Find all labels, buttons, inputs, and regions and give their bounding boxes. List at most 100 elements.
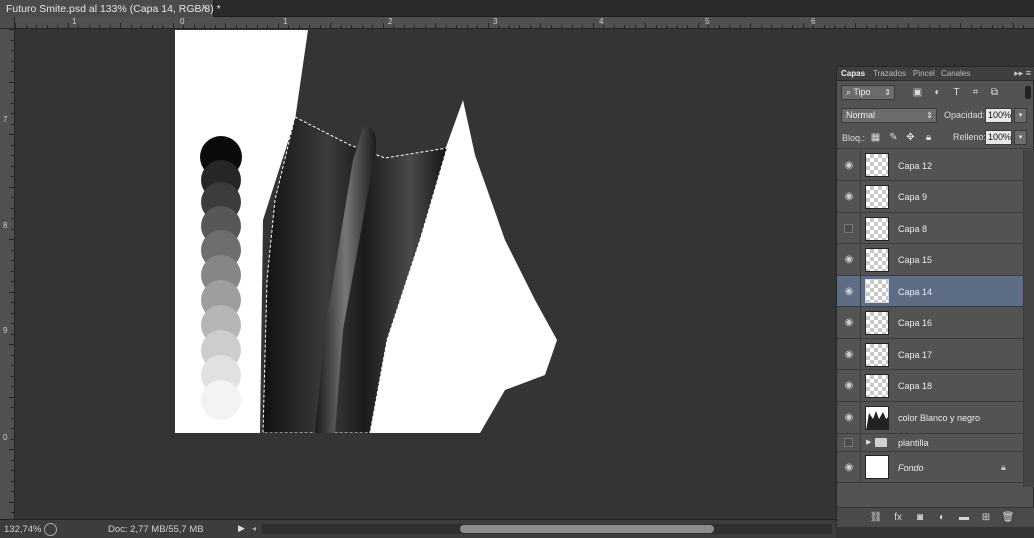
layer-row[interactable]: ◉ Capa 18 bbox=[837, 370, 1023, 402]
add-mask-icon[interactable]: ◙ bbox=[913, 511, 927, 524]
panel-menu-icon[interactable]: ▸▸ ≡ bbox=[1014, 68, 1031, 79]
layer-list-scrollbar[interactable] bbox=[1023, 150, 1034, 487]
eye-icon[interactable]: ◉ bbox=[843, 286, 855, 298]
horizontal-scrollbar[interactable] bbox=[262, 524, 832, 534]
ruler-tick bbox=[11, 407, 14, 408]
layer-filter-row: ⌕ Tipo ⇕ ▣ ◐ T ⌗ ⧉ bbox=[837, 82, 1034, 104]
layer-row[interactable]: ◉ Fondo 🔒︎ bbox=[837, 452, 1023, 483]
filter-type-icon[interactable]: T bbox=[951, 87, 962, 98]
fx-icon[interactable]: fx bbox=[891, 511, 905, 524]
ruler-label: 0 bbox=[3, 433, 8, 442]
fill-input[interactable]: 100% bbox=[985, 130, 1012, 145]
layer-name: Capa 16 bbox=[898, 318, 933, 328]
link-layers-icon[interactable]: ⛓ bbox=[869, 511, 883, 524]
layer-name: plantilla bbox=[898, 438, 929, 448]
ruler-tick bbox=[866, 25, 867, 28]
opacity-input[interactable]: 100% bbox=[985, 108, 1012, 123]
tab-trazados[interactable]: Trazados bbox=[873, 69, 906, 78]
filter-kind-select[interactable]: ⌕ Tipo ⇕ bbox=[841, 85, 895, 100]
tab-pincel[interactable]: Pincel bbox=[913, 69, 935, 78]
horizontal-ruler[interactable]: 0 1 1 2 3 4 5 6 bbox=[15, 17, 1034, 29]
layer-row[interactable]: ◉ Capa 17 bbox=[837, 339, 1023, 370]
ruler-tick bbox=[89, 25, 90, 28]
ruler-tick bbox=[15, 23, 16, 28]
ruler-tick bbox=[11, 302, 14, 303]
ruler-tick bbox=[288, 25, 289, 28]
status-info-icon[interactable] bbox=[44, 523, 57, 536]
tab-capas[interactable]: Capas bbox=[841, 69, 865, 78]
new-layer-icon[interactable]: ⊞ bbox=[979, 511, 993, 524]
lock-position-icon[interactable]: ✥ bbox=[905, 132, 916, 143]
chevron-updown-icon: ⇕ bbox=[884, 88, 891, 97]
eye-icon[interactable]: ◉ bbox=[843, 412, 855, 424]
layer-name: Capa 8 bbox=[898, 224, 928, 234]
ruler-tick bbox=[11, 103, 14, 104]
ruler-tick bbox=[78, 25, 79, 28]
blend-mode-select[interactable]: Normal ⇕ bbox=[841, 108, 937, 123]
ruler-tick bbox=[236, 25, 237, 28]
scroll-left-arrow-icon[interactable]: ◂ bbox=[252, 524, 256, 533]
layer-row-selected[interactable]: ◉ Capa 14 bbox=[837, 276, 1023, 307]
eye-icon[interactable]: ◉ bbox=[843, 349, 855, 361]
layer-row[interactable]: ◉ Capa 15 bbox=[837, 244, 1023, 276]
lock-paint-icon[interactable]: ✎ bbox=[888, 132, 899, 143]
layer-row[interactable]: Capa 8 bbox=[837, 213, 1023, 244]
lock-row: Bloq.: ▦ ✎ ✥ 🔒︎ Relleno: 100% ▾ bbox=[837, 127, 1034, 149]
visibility-off-box[interactable] bbox=[844, 224, 853, 233]
ruler-tick bbox=[719, 25, 720, 28]
tab-canales[interactable]: Canales bbox=[941, 69, 970, 78]
new-adjustment-icon[interactable]: ◐ bbox=[935, 511, 949, 524]
ruler-tick bbox=[834, 25, 835, 28]
filter-adjustment-icon[interactable]: ◐ bbox=[932, 87, 943, 98]
document-tab[interactable]: Futuro Smite.psd al 133% (Capa 14, RGB/8… bbox=[0, 0, 221, 17]
expand-arrow-icon[interactable]: ▶ bbox=[866, 438, 871, 446]
layer-row[interactable]: ◉ Capa 16 bbox=[837, 307, 1023, 339]
filter-toggle-switch[interactable] bbox=[1025, 86, 1031, 99]
ruler-tick bbox=[393, 25, 394, 28]
ruler-label: 9 bbox=[3, 326, 8, 335]
eye-icon[interactable]: ◉ bbox=[843, 191, 855, 203]
ruler-label: 7 bbox=[3, 115, 8, 124]
ruler-tick bbox=[687, 25, 688, 28]
ruler-tick bbox=[11, 323, 14, 324]
filter-smartobject-icon[interactable]: ⧉ bbox=[989, 87, 1000, 98]
eye-icon[interactable]: ◉ bbox=[843, 380, 855, 392]
layer-group-row[interactable]: ▶ plantilla bbox=[837, 434, 1023, 452]
zoom-level[interactable]: 132,74% bbox=[4, 524, 42, 535]
new-group-icon[interactable]: ▬ bbox=[957, 511, 971, 524]
eye-icon[interactable]: ◉ bbox=[843, 254, 855, 266]
trash-icon[interactable]: 🗑︎ bbox=[1001, 511, 1015, 524]
bw-thumbnail-art bbox=[866, 411, 888, 429]
fill-dropdown-icon[interactable]: ▾ bbox=[1014, 130, 1027, 145]
status-menu-arrow-icon[interactable]: ▶ bbox=[238, 523, 248, 535]
ruler-tick bbox=[404, 25, 405, 28]
close-icon[interactable]: × bbox=[202, 2, 208, 14]
folder-icon bbox=[875, 438, 887, 447]
lock-all-icon[interactable]: 🔒︎ bbox=[923, 132, 934, 143]
filter-shape-icon[interactable]: ⌗ bbox=[970, 87, 981, 98]
search-icon: ⌕ bbox=[846, 87, 852, 97]
vertical-ruler[interactable]: 7 8 9 0 bbox=[0, 29, 15, 519]
ruler-tick bbox=[11, 71, 14, 72]
horizontal-scroll-thumb[interactable] bbox=[460, 525, 714, 533]
document-canvas[interactable] bbox=[16, 30, 836, 520]
ruler-label: 5 bbox=[705, 17, 710, 26]
visibility-off-box[interactable] bbox=[844, 438, 853, 447]
ruler-tick bbox=[383, 23, 384, 28]
ruler-tick bbox=[225, 23, 226, 28]
ruler-tick bbox=[635, 25, 636, 28]
opacity-dropdown-icon[interactable]: ▾ bbox=[1014, 108, 1027, 123]
ruler-tick bbox=[551, 25, 552, 28]
blend-mode-value: Normal bbox=[846, 110, 876, 120]
filter-pixel-icon[interactable]: ▣ bbox=[912, 87, 923, 98]
layer-row[interactable]: ◉ Capa 12 bbox=[837, 150, 1023, 181]
ruler-tick bbox=[9, 502, 14, 503]
lock-transparent-icon[interactable]: ▦ bbox=[870, 132, 881, 143]
ruler-label: 6 bbox=[811, 17, 816, 26]
eye-icon[interactable]: ◉ bbox=[843, 317, 855, 329]
eye-icon[interactable]: ◉ bbox=[843, 462, 855, 474]
eye-icon[interactable]: ◉ bbox=[843, 160, 855, 172]
layer-row[interactable]: ◉ color Blanco y negro bbox=[837, 402, 1023, 434]
ruler-origin[interactable] bbox=[0, 17, 15, 29]
layer-row[interactable]: ◉ Capa 9 bbox=[837, 181, 1023, 213]
